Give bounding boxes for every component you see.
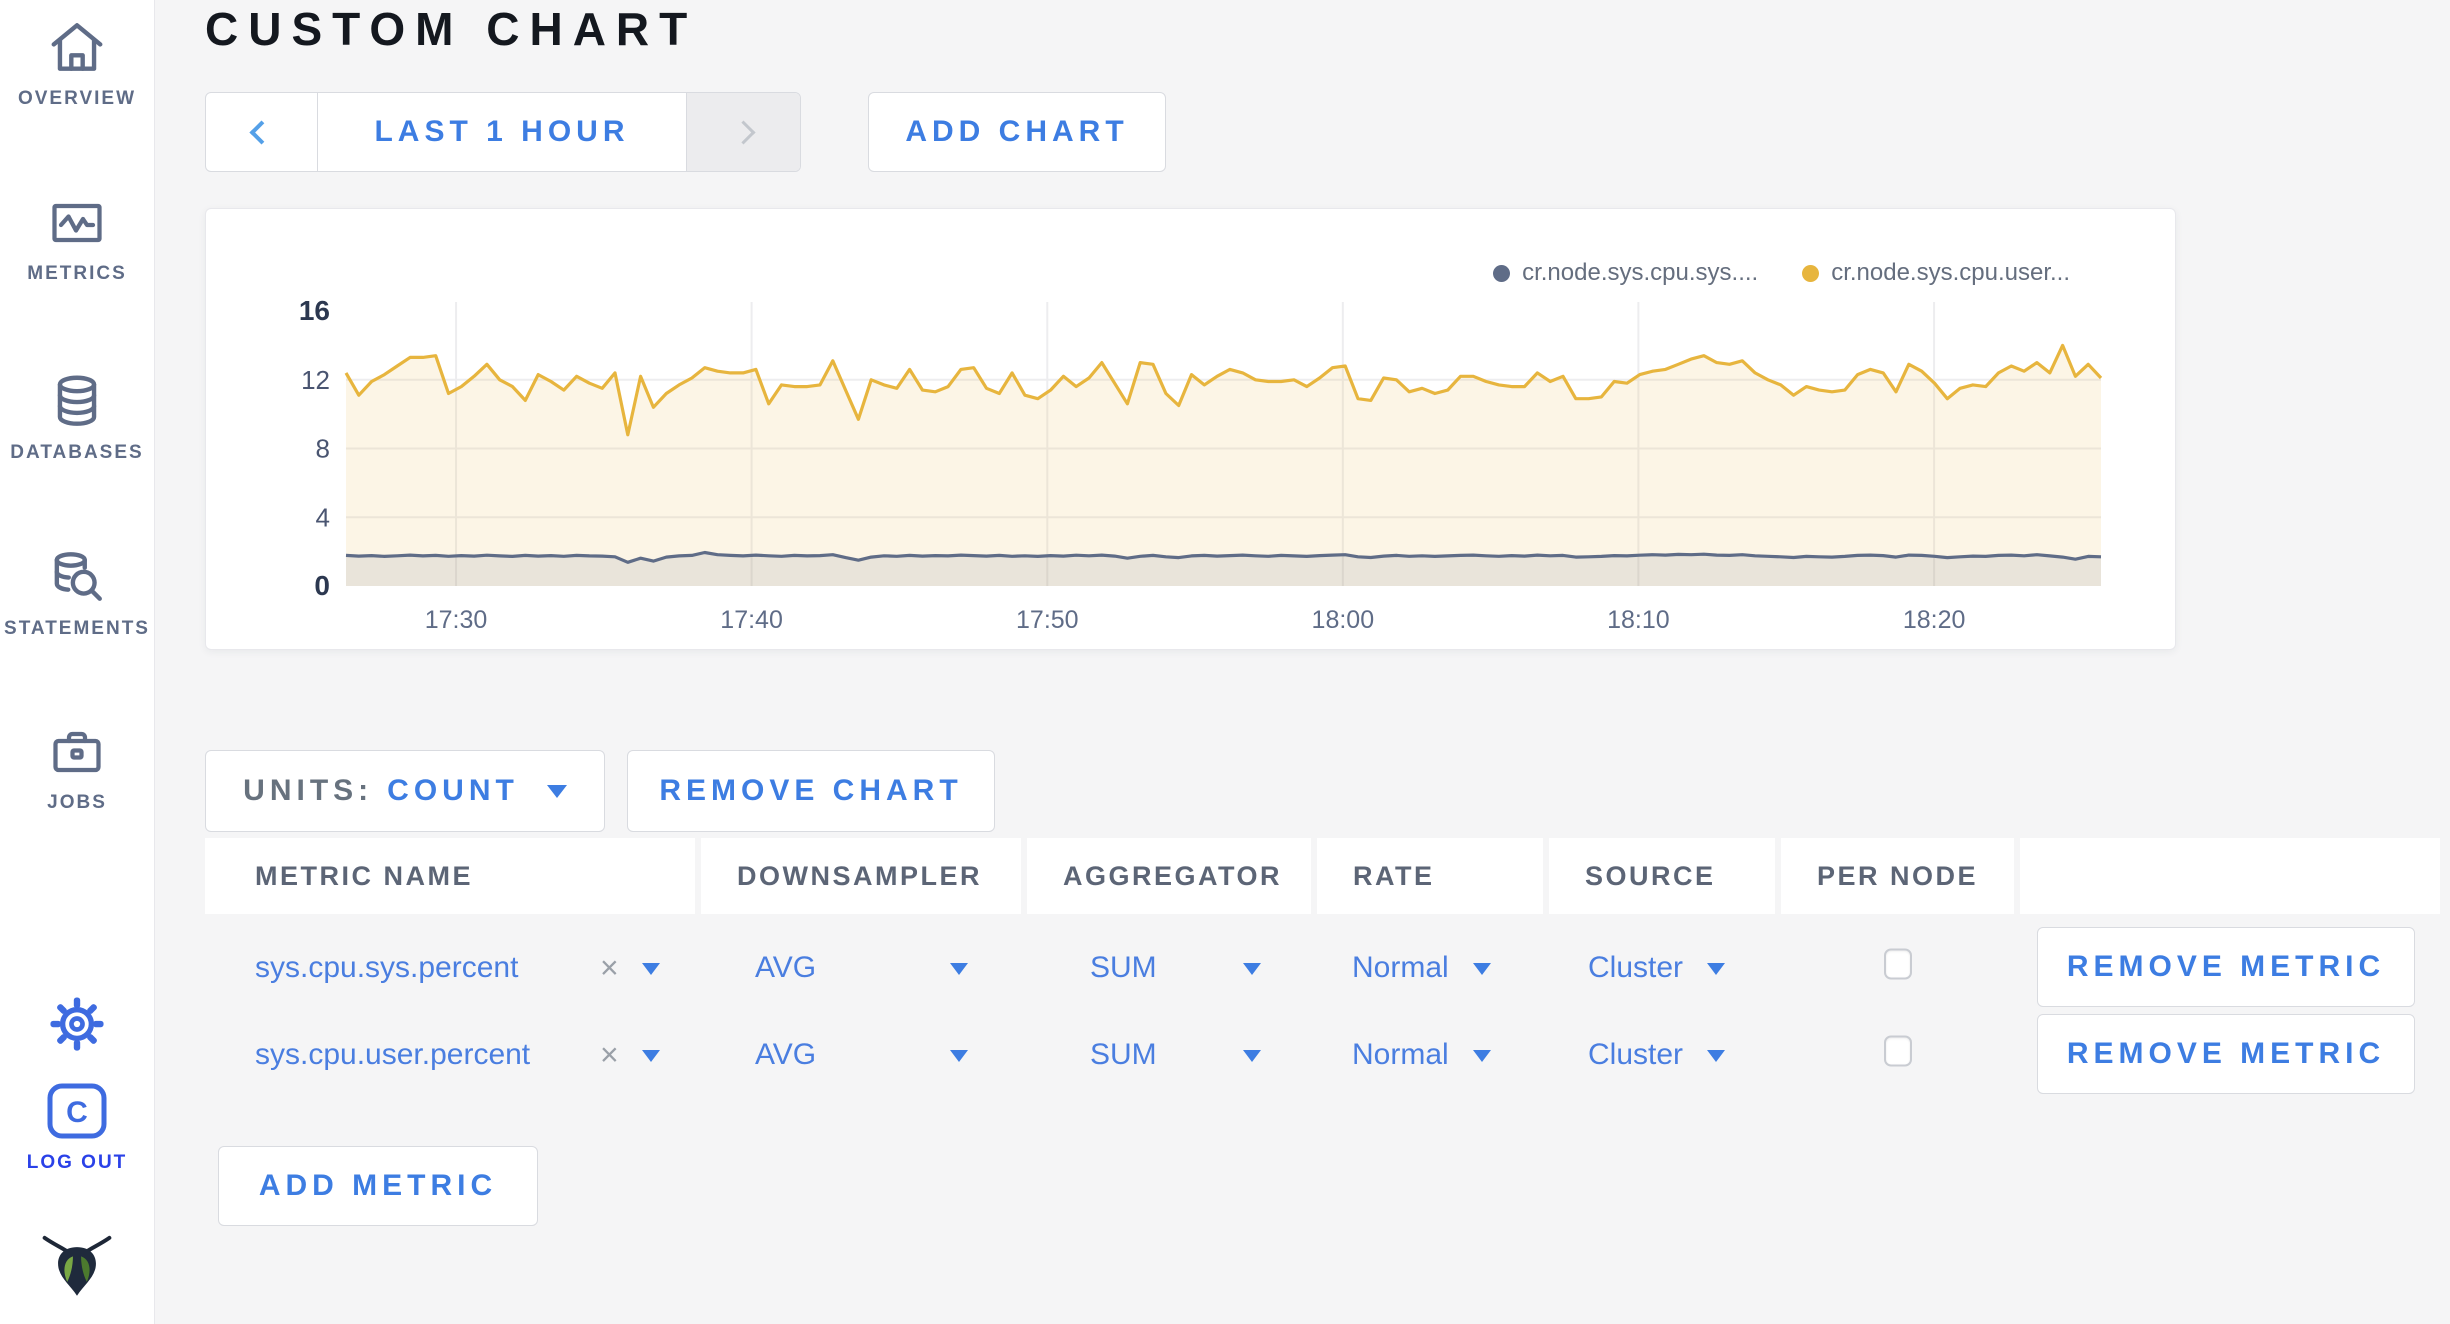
legend-dot — [1493, 264, 1511, 282]
time-window-next-button[interactable] — [686, 93, 800, 171]
remove-metric-button[interactable]: REMOVE METRIC — [2037, 927, 2415, 1007]
column-header-per-node: PER NODE — [1781, 838, 2014, 914]
sidebar-item-jobs[interactable]: JOBS — [0, 722, 154, 814]
sidebar-item-databases[interactable]: DATABASES — [0, 370, 154, 464]
rate-caret-icon[interactable] — [1473, 951, 1491, 985]
rate-select[interactable]: Normal — [1352, 951, 1449, 985]
custom-chart-page: { "header": { "title": "CUSTOM CHART" },… — [0, 0, 2450, 1324]
svg-text:17:40: 17:40 — [720, 606, 783, 634]
time-window-range-dropdown[interactable]: LAST 1 HOUR — [318, 93, 686, 171]
sidebar-logout[interactable]: C LOG OUT — [0, 1082, 154, 1174]
metric-name-combobox[interactable]: sys.cpu.sys.percent — [255, 951, 518, 985]
svg-text:C: C — [66, 1096, 88, 1129]
column-header-source: SOURCE — [1549, 838, 1775, 914]
clear-metric-button[interactable]: × — [600, 1037, 619, 1074]
sidebar-item-overview[interactable]: OVERVIEW — [0, 16, 154, 110]
svg-text:18:10: 18:10 — [1607, 606, 1670, 634]
svg-text:8: 8 — [316, 434, 330, 464]
units-value: COUNT — [387, 774, 519, 807]
source-select[interactable]: Cluster — [1588, 951, 1683, 985]
per-node-checkbox[interactable] — [1884, 948, 1912, 980]
sidebar-item-label: DATABASES — [10, 442, 144, 463]
home-icon — [51, 23, 103, 71]
units-dropdown[interactable]: UNITS: COUNT — [205, 750, 605, 832]
metric-row: sys.cpu.user.percent × AVG SUM Normal Cl… — [205, 1012, 2440, 1098]
rate-caret-icon[interactable] — [1473, 1038, 1491, 1072]
aggregator-select[interactable]: SUM — [1090, 1038, 1157, 1072]
column-header-downsampler: DOWNSAMPLER — [701, 838, 1021, 914]
legend-item[interactable]: cr.node.sys.cpu.user... — [1802, 259, 2070, 287]
column-header-rate: RATE — [1317, 838, 1543, 914]
source-caret-icon[interactable] — [1707, 1038, 1725, 1072]
downsampler-select[interactable]: AVG — [755, 1038, 816, 1072]
svg-text:17:30: 17:30 — [425, 606, 488, 634]
metric-caret-icon[interactable] — [642, 1038, 660, 1072]
downsampler-select[interactable]: AVG — [755, 951, 816, 985]
sidebar-settings[interactable] — [0, 990, 154, 1058]
add-chart-button[interactable]: ADD CHART — [868, 92, 1166, 172]
sidebar-item-metrics[interactable]: METRICS — [0, 193, 154, 285]
svg-text:12: 12 — [301, 365, 330, 395]
logout-c-icon: C — [47, 1083, 107, 1139]
chevron-left-icon — [249, 119, 274, 145]
aggregator-select[interactable]: SUM — [1090, 951, 1157, 985]
legend-label: cr.node.sys.cpu.user... — [1831, 259, 2070, 286]
cockroach-logo — [42, 1235, 112, 1296]
sidebar-item-statements[interactable]: STATEMENTS — [0, 546, 154, 640]
chevron-right-icon — [731, 119, 756, 145]
sidebar-item-label: OVERVIEW — [17, 88, 137, 109]
chevron-down-icon — [546, 784, 567, 798]
column-header-aggregator: AGGREGATOR — [1027, 838, 1311, 914]
aggregator-caret-icon[interactable] — [1243, 1038, 1261, 1072]
sidebar-logo — [0, 1222, 154, 1300]
sidebar-item-label: METRICS — [27, 263, 127, 284]
rate-select[interactable]: Normal — [1352, 1038, 1449, 1072]
remove-metric-button[interactable]: REMOVE METRIC — [2037, 1014, 2415, 1094]
column-header-metric-name: METRIC NAME — [205, 838, 695, 914]
time-window-prev-button[interactable] — [206, 93, 318, 171]
remove-chart-button[interactable]: REMOVE CHART — [627, 750, 995, 832]
per-node-checkbox[interactable] — [1884, 1035, 1912, 1067]
page-title: CUSTOM CHART — [205, 3, 698, 55]
sidebar-item-label: STATEMENTS — [4, 618, 150, 639]
svg-text:0: 0 — [314, 570, 330, 601]
logout-label: LOG OUT — [26, 1152, 128, 1173]
add-metric-button[interactable]: ADD METRIC — [218, 1146, 538, 1226]
sidebar-item-label: JOBS — [47, 792, 107, 813]
legend-dot — [1802, 264, 1820, 282]
downsampler-caret-icon[interactable] — [950, 1038, 968, 1072]
briefcase-icon — [53, 731, 101, 773]
metric-caret-icon[interactable] — [642, 951, 660, 985]
sidebar: OVERVIEW METRICS DATABASES STATEMENTS JO… — [0, 0, 155, 1324]
svg-text:18:00: 18:00 — [1312, 606, 1375, 634]
gear-icon — [50, 997, 104, 1051]
database-icon — [57, 375, 97, 426]
time-window-selector: LAST 1 HOUR — [205, 92, 801, 172]
database-search-icon — [54, 552, 102, 601]
svg-text:17:50: 17:50 — [1016, 606, 1079, 634]
chart-panel: 17:30 17:40 17:50 18:00 18:10 18:20 0 4 8 12 16 cr… — [205, 208, 2176, 650]
metrics-chart-icon — [52, 203, 102, 243]
legend-item[interactable]: cr.node.sys.cpu.sys.... — [1493, 259, 1758, 287]
svg-text:18:20: 18:20 — [1903, 606, 1966, 634]
metric-row: sys.cpu.sys.percent × AVG SUM Normal Clu… — [205, 925, 2440, 1011]
svg-text:4: 4 — [316, 502, 330, 532]
metric-name-combobox[interactable]: sys.cpu.user.percent — [255, 1038, 530, 1072]
svg-text:16: 16 — [299, 295, 330, 326]
source-caret-icon[interactable] — [1707, 951, 1725, 985]
downsampler-caret-icon[interactable] — [950, 951, 968, 985]
column-header-actions — [2020, 838, 2440, 914]
legend-label: cr.node.sys.cpu.sys.... — [1522, 259, 1759, 286]
chart-legend: cr.node.sys.cpu.sys.... cr.node.sys.cpu.… — [1493, 259, 2070, 287]
clear-metric-button[interactable]: × — [600, 950, 619, 987]
source-select[interactable]: Cluster — [1588, 1038, 1683, 1072]
units-label: UNITS: — [243, 774, 374, 807]
aggregator-caret-icon[interactable] — [1243, 951, 1261, 985]
